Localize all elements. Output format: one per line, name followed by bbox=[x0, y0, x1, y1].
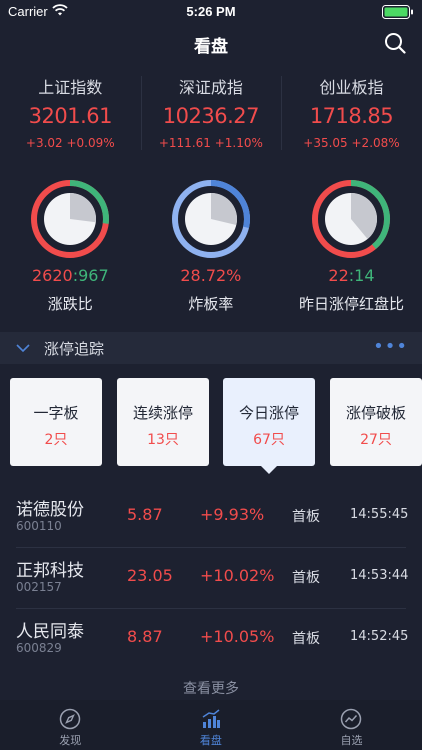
gauge-break-rate[interactable]: 28.72% 炸板率 bbox=[141, 172, 282, 324]
gauge-value-red: 22 bbox=[328, 266, 349, 285]
category-name: 涨停破板 bbox=[345, 404, 406, 422]
stock-name: 诺德股份 bbox=[16, 500, 84, 520]
category-today-limit-up[interactable]: 今日涨停 67只 bbox=[223, 378, 315, 474]
tab-label: 发现 bbox=[59, 734, 82, 747]
category-count: 27只 bbox=[360, 432, 392, 448]
gauge-value: 2620:967 bbox=[0, 266, 141, 285]
trend-icon bbox=[341, 708, 362, 730]
stock-change-pct: +10.05% bbox=[200, 627, 275, 646]
stock-time: 14:55:45 bbox=[350, 507, 409, 522]
stock-row[interactable]: 人民同泰 600829 8.87 +10.05% 首板 14:52:45 bbox=[0, 608, 422, 669]
stock-name: 正邦科技 bbox=[16, 561, 84, 581]
index-change: +35.05 +2.08% bbox=[303, 136, 400, 150]
battery-icon bbox=[382, 5, 413, 19]
stock-price: 23.05 bbox=[127, 566, 173, 585]
index-change: +3.02 +0.09% bbox=[25, 136, 115, 150]
tab-market[interactable]: 看盘 bbox=[141, 700, 282, 750]
gauge-value-green: 967 bbox=[78, 266, 109, 285]
tab-discover[interactable]: 发现 bbox=[0, 700, 141, 750]
stock-price: 5.87 bbox=[127, 505, 163, 524]
stock-time: 14:52:45 bbox=[350, 629, 409, 644]
stock-code: 600110 bbox=[16, 519, 62, 533]
category-limit-up-broken[interactable]: 涨停破板 27只 bbox=[330, 378, 422, 466]
gauge-ring bbox=[31, 180, 110, 258]
limit-up-tracking-header[interactable]: 涨停追踪 ••• bbox=[0, 332, 422, 364]
gauge-label: 炸板率 bbox=[188, 295, 234, 313]
gauge-ring bbox=[312, 180, 391, 258]
category-tabs: 一字板 2只 连续涨停 13只 今日涨停 67只 涨停破板 27只 bbox=[0, 378, 422, 474]
gauge-value: 28.72% bbox=[180, 266, 242, 285]
more-icon[interactable]: ••• bbox=[373, 336, 408, 357]
stock-board-tag: 首板 bbox=[292, 570, 320, 586]
bar-chart-icon bbox=[202, 709, 220, 728]
stock-time: 14:53:44 bbox=[350, 568, 409, 583]
stock-row[interactable]: 诺德股份 600110 5.87 +9.93% 首板 14:55:45 bbox=[0, 486, 422, 547]
index-change: +111.61 +1.10% bbox=[158, 136, 263, 150]
view-more-link[interactable]: 查看更多 bbox=[0, 678, 422, 698]
stock-price: 8.87 bbox=[127, 627, 163, 646]
gauge-yesterday-limit-up[interactable]: 22:14 昨日涨停红盘比 bbox=[281, 172, 422, 324]
chevron-down-icon[interactable] bbox=[16, 342, 30, 354]
category-name: 一字板 bbox=[33, 404, 79, 422]
stock-code: 002157 bbox=[16, 580, 62, 594]
tab-label: 看盘 bbox=[199, 734, 222, 747]
market-gauges: 2620:967 涨跌比 28.72% 炸板率 22:14 昨日涨停红盘比 bbox=[0, 172, 422, 324]
clock: 5:26 PM bbox=[186, 4, 236, 19]
stock-name: 人民同泰 bbox=[16, 622, 84, 642]
gauge-value: 22:14 bbox=[281, 266, 422, 285]
gauge-value-red: 2620 bbox=[31, 266, 73, 285]
category-count: 67只 bbox=[253, 432, 285, 448]
index-name: 深证成指 bbox=[178, 78, 243, 97]
gauge-value-green: 14 bbox=[354, 266, 375, 285]
stock-board-tag: 首板 bbox=[292, 631, 320, 647]
index-name: 上证指数 bbox=[38, 78, 103, 97]
nav-bar: 看盘 bbox=[0, 26, 422, 62]
stock-change-pct: +10.02% bbox=[200, 566, 275, 585]
category-name: 今日涨停 bbox=[238, 404, 299, 422]
status-bar: Carrier 5:26 PM bbox=[0, 0, 422, 24]
category-count: 2只 bbox=[44, 432, 68, 448]
gauge-label: 涨跌比 bbox=[47, 295, 93, 313]
category-one-word-board[interactable]: 一字板 2只 bbox=[10, 378, 102, 466]
index-name: 创业板指 bbox=[319, 78, 384, 97]
tab-label: 自选 bbox=[340, 734, 363, 747]
category-count: 13只 bbox=[147, 432, 179, 448]
stock-board-tag: 首板 bbox=[292, 509, 320, 525]
index-shenzhen[interactable]: 深证成指 10236.27 +111.61 +1.10% bbox=[140, 70, 282, 158]
search-icon[interactable] bbox=[384, 32, 406, 54]
category-consecutive-limit-up[interactable]: 连续涨停 13只 bbox=[117, 378, 209, 466]
index-shanghai[interactable]: 上证指数 3201.61 +3.02 +0.09% bbox=[0, 70, 141, 158]
page-title: 看盘 bbox=[194, 37, 228, 57]
section-title: 涨停追踪 bbox=[44, 340, 105, 358]
active-pointer bbox=[261, 466, 277, 474]
stock-list: 诺德股份 600110 5.87 +9.93% 首板 14:55:45 正邦科技… bbox=[0, 486, 422, 669]
stock-change-pct: +9.93% bbox=[200, 505, 265, 524]
gauge-label: 昨日涨停红盘比 bbox=[298, 295, 404, 313]
index-value: 10236.27 bbox=[162, 104, 260, 128]
bottom-tab-bar: 发现 看盘 自选 bbox=[0, 700, 422, 750]
market-indices: 上证指数 3201.61 +3.02 +0.09% 深证成指 10236.27 … bbox=[0, 70, 422, 158]
index-value: 1718.85 bbox=[309, 104, 394, 128]
index-chinext[interactable]: 创业板指 1718.85 +35.05 +2.08% bbox=[281, 70, 422, 158]
gauge-ring bbox=[171, 180, 250, 258]
gauge-advance-decline[interactable]: 2620:967 涨跌比 bbox=[0, 172, 141, 324]
tab-watchlist[interactable]: 自选 bbox=[281, 700, 422, 750]
compass-icon bbox=[60, 708, 81, 730]
index-value: 3201.61 bbox=[28, 104, 113, 128]
stock-row[interactable]: 正邦科技 002157 23.05 +10.02% 首板 14:53:44 bbox=[0, 547, 422, 608]
stock-code: 600829 bbox=[16, 641, 62, 655]
category-name: 连续涨停 bbox=[132, 404, 193, 422]
gauge-inner-slice bbox=[70, 193, 97, 223]
